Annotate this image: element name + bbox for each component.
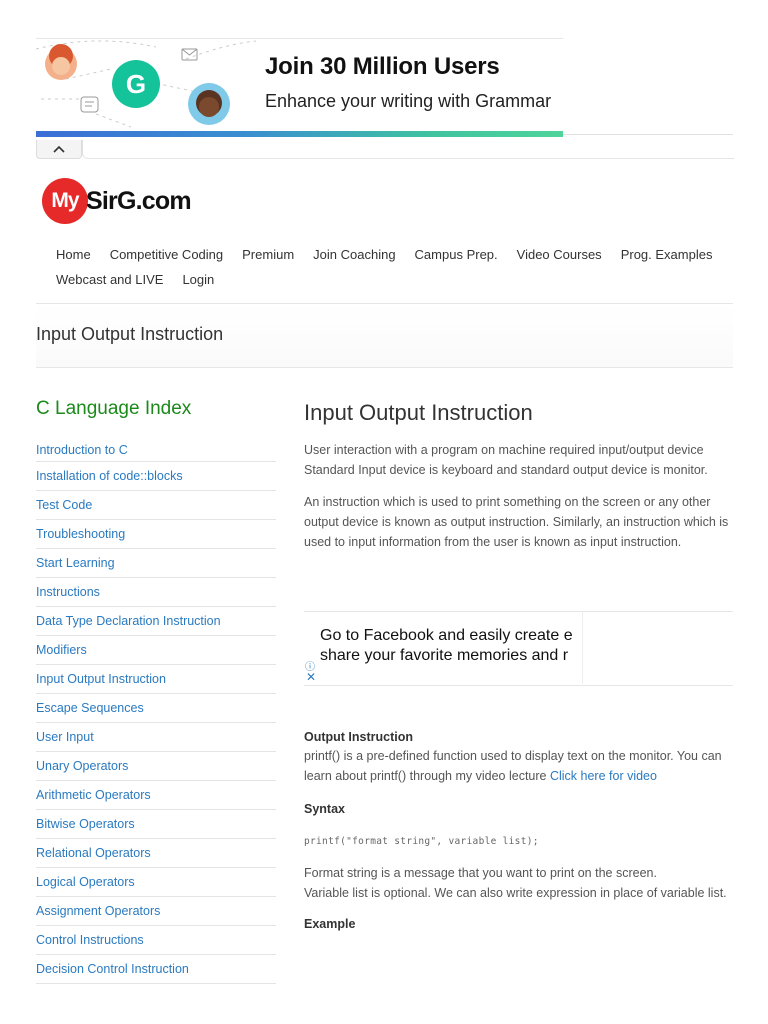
collapse-divider: [82, 140, 734, 159]
sidebar-item-instructions[interactable]: Instructions: [36, 578, 276, 607]
sidebar-item-unary-operators[interactable]: Unary Operators: [36, 752, 276, 781]
inline-ad-text: Go to Facebook and easily create e share…: [320, 626, 573, 666]
syntax-heading: Syntax: [304, 802, 345, 816]
ad-progress-bar: [36, 131, 563, 137]
syntax-section: Syntax: [304, 802, 734, 816]
main-nav: Home Competitive Coding Premium Join Coa…: [56, 242, 736, 292]
logo-badge: My: [42, 178, 88, 224]
video-link[interactable]: Click here for video: [550, 769, 657, 783]
sidebar-item-bitwise-operators[interactable]: Bitwise Operators: [36, 810, 276, 839]
inline-ad-line-2: share your favorite memories and r: [320, 647, 569, 664]
sidebar-item-troubleshooting[interactable]: Troubleshooting: [36, 520, 276, 549]
sidebar-item-control-instructions[interactable]: Control Instructions: [36, 926, 276, 955]
sidebar-item-data-type[interactable]: Data Type Declaration Instruction: [36, 607, 276, 636]
page-title-band: Input Output Instruction: [36, 303, 733, 368]
sidebar: C Language Index Introduction to C Insta…: [36, 398, 276, 984]
sidebar-item-decision-control[interactable]: Decision Control Instruction: [36, 955, 276, 984]
output-heading: Output Instruction: [304, 730, 414, 744]
format-section: Format string is a message that you want…: [304, 863, 734, 903]
nav-video-courses[interactable]: Video Courses: [517, 247, 602, 262]
format-line-1: Format string is a message that you want…: [304, 866, 657, 880]
nav-login[interactable]: Login: [182, 272, 214, 287]
svg-text:G: G: [126, 69, 146, 99]
main-content: Input Output Instruction User interactio…: [304, 400, 734, 549]
chat-icon: [80, 96, 99, 113]
sidebar-item-modifiers[interactable]: Modifiers: [36, 636, 276, 665]
output-paragraph: printf() is a pre-defined function used …: [304, 746, 734, 786]
collapse-button[interactable]: [36, 140, 82, 159]
format-line-2: Variable list is optional. We can also w…: [304, 886, 727, 900]
nav-premium[interactable]: Premium: [242, 247, 294, 262]
ad-title: Join 30 Million Users: [265, 53, 500, 80]
sidebar-item-test-code[interactable]: Test Code: [36, 491, 276, 520]
sidebar-item-escape-sequences[interactable]: Escape Sequences: [36, 694, 276, 723]
nav-campus-prep[interactable]: Campus Prep.: [415, 247, 498, 262]
sidebar-item-logical-operators[interactable]: Logical Operators: [36, 868, 276, 897]
definition-paragraph: An instruction which is used to print so…: [304, 495, 729, 549]
ad-banner[interactable]: G Join 30 Million Users Enhance your wri…: [36, 38, 563, 137]
page-title: Input Output Instruction: [36, 324, 224, 344]
logo-text: SirG.com: [86, 186, 192, 215]
nav-home[interactable]: Home: [56, 247, 91, 262]
article-heading: Input Output Instruction: [304, 400, 533, 425]
sidebar-item-introduction[interactable]: Introduction to C: [36, 444, 276, 462]
ad-subtitle: Enhance your writing with Grammar: [265, 91, 552, 111]
sidebar-item-user-input[interactable]: User Input: [36, 723, 276, 752]
nav-webcast-live[interactable]: Webcast and LIVE: [56, 272, 163, 287]
example-heading: Example: [304, 917, 356, 931]
inline-ad[interactable]: Go to Facebook and easily create e share…: [304, 611, 733, 686]
inline-ad-line-1: Go to Facebook and easily create e: [320, 627, 573, 644]
ad-collapse-bar: [36, 140, 734, 160]
intro-paragraph: User interaction with a program on machi…: [304, 443, 708, 477]
nav-competitive-coding[interactable]: Competitive Coding: [110, 247, 223, 262]
sidebar-item-assignment-operators[interactable]: Assignment Operators: [36, 897, 276, 926]
sidebar-item-start-learning[interactable]: Start Learning: [36, 549, 276, 578]
syntax-code: printf("format string", variable list);: [304, 836, 539, 847]
ad-close-icon[interactable]: ✕: [306, 670, 316, 684]
output-text: printf() is a pre-defined function used …: [304, 749, 722, 783]
sidebar-item-arithmetic-operators[interactable]: Arithmetic Operators: [36, 781, 276, 810]
nav-row-2: Webcast and LIVE Login: [56, 267, 736, 292]
inline-ad-content[interactable]: Go to Facebook and easily create e share…: [304, 612, 583, 684]
output-section: Output Instruction printf() is a pre-def…: [304, 730, 734, 786]
sidebar-title: C Language Index: [36, 398, 192, 419]
ad-divider: [563, 134, 733, 135]
sidebar-item-input-output[interactable]: Input Output Instruction: [36, 665, 276, 694]
nav-prog-examples[interactable]: Prog. Examples: [621, 247, 713, 262]
sidebar-item-relational-operators[interactable]: Relational Operators: [36, 839, 276, 868]
nav-join-coaching[interactable]: Join Coaching: [313, 247, 395, 262]
sidebar-list: Introduction to C Installation of code::…: [36, 444, 276, 984]
chevron-up-icon: [53, 145, 65, 153]
site-logo[interactable]: My SirG.com: [42, 178, 192, 224]
ad-illustration: G: [36, 40, 257, 128]
nav-row-1: Home Competitive Coding Premium Join Coa…: [56, 242, 736, 267]
example-section: Example: [304, 917, 734, 931]
sidebar-item-installation[interactable]: Installation of code::blocks: [36, 462, 276, 491]
